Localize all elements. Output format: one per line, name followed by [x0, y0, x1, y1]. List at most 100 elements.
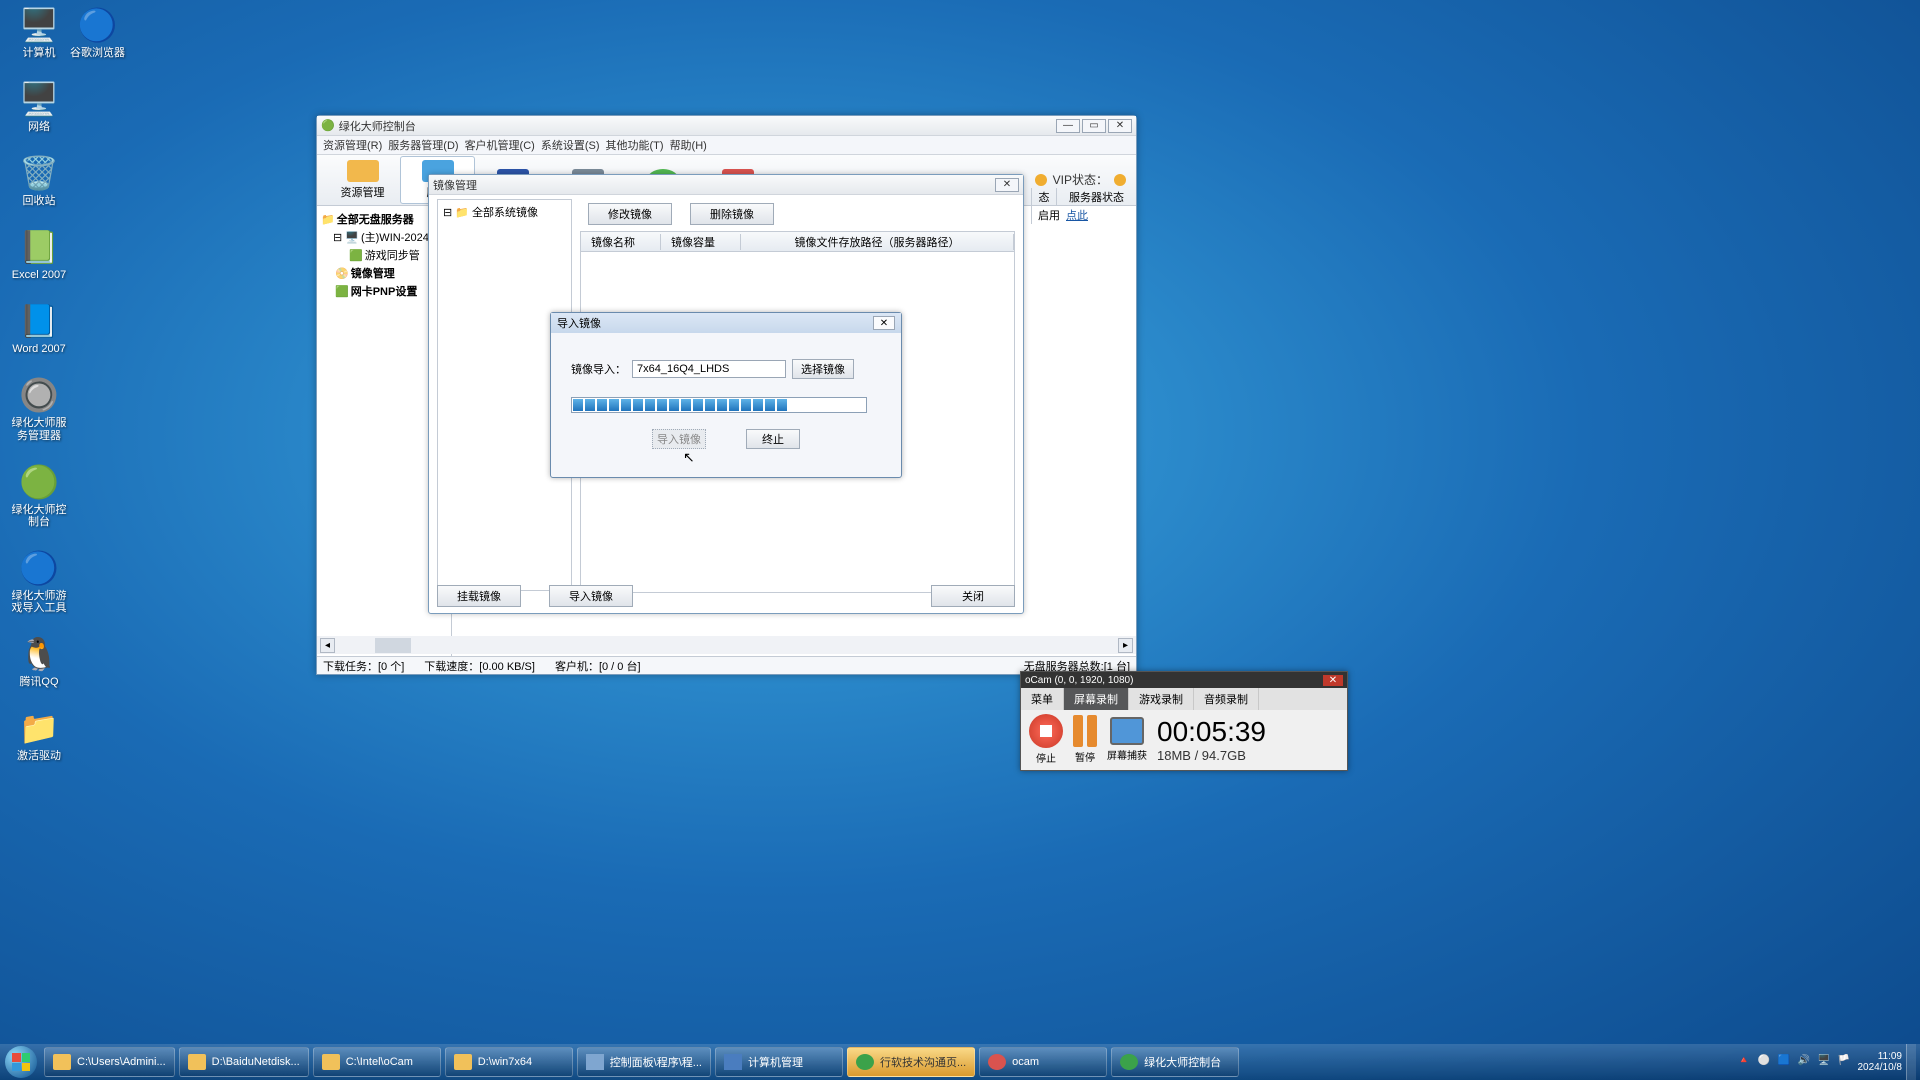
desktop-label: 网络	[28, 121, 50, 133]
delete-image-button[interactable]: 删除镜像	[690, 203, 774, 225]
taskbar-item-active[interactable]: 行软技术沟通页...	[847, 1047, 975, 1077]
import-label: 镜像导入：	[571, 361, 626, 377]
ocam-tabs: 菜单 屏幕录制 游戏录制 音频录制	[1021, 688, 1347, 710]
col-image-path[interactable]: 镜像文件存放路径（服务器路径）	[741, 234, 1014, 250]
desktop-label: 绿化大师游戏导入工具	[8, 590, 70, 614]
desktop-label: 回收站	[23, 195, 56, 207]
desktop-icon-excel[interactable]: 📗Excel 2007	[8, 227, 70, 281]
menubar: 资源管理(R) 服务器管理(D) 客户机管理(C) 系统设置(S) 其他功能(T…	[317, 136, 1136, 154]
image-path-input[interactable]	[632, 360, 786, 378]
col-image-name[interactable]: 镜像名称	[581, 234, 661, 250]
close-button[interactable]: ✕	[1108, 119, 1132, 133]
import-button[interactable]: 导入镜像	[652, 429, 706, 449]
sub-titlebar[interactable]: 镜像管理 ✕	[429, 175, 1023, 195]
start-button[interactable]	[0, 1044, 42, 1080]
vip-label: VIP状态：	[1053, 171, 1108, 188]
desktop-label: Word 2007	[12, 343, 66, 355]
show-desktop-button[interactable]	[1906, 1044, 1916, 1080]
taskbar-item[interactable]: 计算机管理	[715, 1047, 843, 1077]
status-click-link[interactable]: 点此	[1066, 207, 1088, 223]
ocam-titlebar[interactable]: oCam (0, 0, 1920, 1080) ✕	[1021, 672, 1347, 688]
taskbar-item[interactable]: 绿化大师控制台	[1111, 1047, 1239, 1077]
menu-help[interactable]: 帮助(H)	[670, 137, 707, 153]
sub-title: 镜像管理	[433, 177, 477, 193]
ocam-stop-button[interactable]: 停止	[1029, 714, 1063, 765]
taskbar-item[interactable]: C:\Users\Admini...	[44, 1047, 175, 1077]
desktop-icon-activate[interactable]: 📁激活驱动	[8, 708, 70, 762]
menu-system[interactable]: 系统设置(S)	[541, 137, 600, 153]
tray-icon[interactable]: 🔺	[1738, 1055, 1752, 1069]
ocam-time: 00:05:39	[1157, 716, 1266, 748]
taskbar: C:\Users\Admini... D:\BaiduNetdisk... C:…	[0, 1044, 1920, 1080]
tool-label: 资源管理	[341, 184, 385, 200]
desktop-icon-computer[interactable]: 🖥️计算机	[8, 5, 70, 59]
menu-other[interactable]: 其他功能(T)	[606, 137, 664, 153]
scroll-right-icon[interactable]: ▸	[1118, 638, 1133, 653]
minimize-button[interactable]: —	[1056, 119, 1080, 133]
menu-client[interactable]: 客户机管理(C)	[465, 137, 535, 153]
taskbar-item[interactable]: ocam	[979, 1047, 1107, 1077]
dialog-titlebar[interactable]: 导入镜像 ✕	[551, 313, 901, 333]
desktop-icon-chrome[interactable]: 🔵谷歌浏览器	[70, 5, 125, 59]
taskbar-item[interactable]: D:\BaiduNetdisk...	[179, 1047, 309, 1077]
ocam-pause-button[interactable]: 暂停	[1073, 715, 1097, 764]
menu-server[interactable]: 服务器管理(D)	[388, 137, 458, 153]
tray-clock[interactable]: 11:09 2024/10/8	[1858, 1051, 1903, 1073]
col-header: 服务器状态	[1056, 188, 1136, 206]
status-clients: 客户机：[0 / 0 台]	[555, 658, 641, 674]
stop-button[interactable]: 终止	[746, 429, 800, 449]
desktop-icon-console[interactable]: 🟢绿化大师控制台	[8, 462, 70, 528]
desktop-icon-svcmgr[interactable]: 🔘绿化大师服务管理器	[8, 375, 70, 441]
tool-resource[interactable]: 资源管理	[325, 156, 400, 204]
scroll-left-icon[interactable]: ◂	[320, 638, 335, 653]
desktop-label: 计算机	[23, 47, 56, 59]
taskbar-item[interactable]: D:\win7x64	[445, 1047, 573, 1077]
import-progress-bar	[571, 397, 867, 413]
tray-icon[interactable]: ⚪	[1758, 1055, 1772, 1069]
close-button[interactable]: 关闭	[931, 585, 1015, 607]
status-dot-icon	[1114, 174, 1126, 186]
dialog-title: 导入镜像	[557, 315, 873, 331]
ocam-window: oCam (0, 0, 1920, 1080) ✕ 菜单 屏幕录制 游戏录制 音…	[1020, 671, 1348, 771]
sub-tree-root[interactable]: ⊟ 📁 全部系统镜像	[441, 203, 568, 221]
tray-icon[interactable]: 🖥️	[1818, 1055, 1832, 1069]
desktop-label: 绿化大师控制台	[8, 504, 70, 528]
taskbar-item[interactable]: C:\Intel\oCam	[313, 1047, 441, 1077]
tab-audio[interactable]: 音频录制	[1194, 688, 1259, 710]
desktop-icon-qq[interactable]: 🐧腾讯QQ	[8, 634, 70, 688]
desktop-label: 谷歌浏览器	[70, 47, 125, 59]
sub-close-button[interactable]: ✕	[995, 178, 1019, 192]
system-tray[interactable]: 🔺 ⚪ 🟦 🔊 🖥️ 🏳️ 11:09 2024/10/8	[1738, 1051, 1907, 1073]
ocam-capture-button[interactable]: 屏幕捕获	[1107, 717, 1147, 762]
menu-resource[interactable]: 资源管理(R)	[323, 137, 382, 153]
tray-icon[interactable]: 🏳️	[1838, 1055, 1852, 1069]
browse-image-button[interactable]: 选择镜像	[792, 359, 854, 379]
desktop-icon-network[interactable]: 🖥️网络	[8, 79, 70, 133]
ocam-close-button[interactable]: ✕	[1323, 675, 1343, 686]
mount-image-button[interactable]: 挂载镜像	[437, 585, 521, 607]
ocam-title-text: oCam (0, 0, 1920, 1080)	[1025, 675, 1323, 686]
status-tasks: 下载任务：[0 个]	[323, 658, 404, 674]
dialog-close-button[interactable]: ✕	[873, 316, 895, 330]
status-dot-icon	[1035, 174, 1047, 186]
statusbar: 下载任务：[0 个] 下载速度：[0.00 KB/S] 客户机：[0 / 0 台…	[317, 656, 1136, 674]
desktop-icon-word[interactable]: 📘Word 2007	[8, 301, 70, 355]
taskbar-item[interactable]: 控制面板\程序\程...	[577, 1047, 711, 1077]
maximize-button[interactable]: ▭	[1082, 119, 1106, 133]
tab-game[interactable]: 游戏录制	[1129, 688, 1194, 710]
tab-screen[interactable]: 屏幕录制	[1064, 688, 1129, 710]
tab-menu[interactable]: 菜单	[1021, 688, 1064, 710]
desktop-label: Excel 2007	[12, 269, 66, 281]
horizontal-scrollbar[interactable]: ◂ ▸	[317, 636, 1136, 654]
desktop-label: 腾讯QQ	[19, 676, 58, 688]
col-header: 态	[1031, 188, 1056, 206]
desktop-icon-gameimport[interactable]: 🔵绿化大师游戏导入工具	[8, 548, 70, 614]
tray-icon[interactable]: 🟦	[1778, 1055, 1792, 1069]
modify-image-button[interactable]: 修改镜像	[588, 203, 672, 225]
desktop-icon-recycle[interactable]: 🗑️回收站	[8, 153, 70, 207]
tray-icon[interactable]: 🔊	[1798, 1055, 1812, 1069]
scroll-thumb[interactable]	[375, 638, 411, 653]
titlebar[interactable]: 🟢绿化大师控制台 — ▭ ✕	[317, 116, 1136, 136]
import-image-button[interactable]: 导入镜像	[549, 585, 633, 607]
col-image-size[interactable]: 镜像容量	[661, 234, 741, 250]
